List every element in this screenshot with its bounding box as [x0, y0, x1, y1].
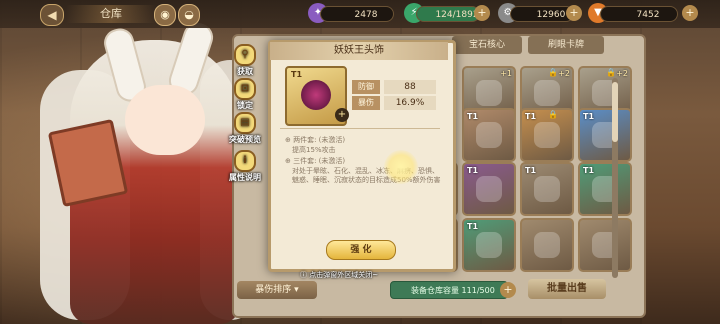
headwear-icon — [534, 232, 560, 258]
side-item-attribute-info[interactable]: i 属性说明 — [223, 150, 267, 183]
stat-value-crit-damage: 16.9% — [384, 96, 436, 110]
hat-icon — [476, 232, 502, 258]
slot-tier: T1 — [467, 222, 479, 231]
stamina-counter: 124/1892 — [416, 6, 480, 22]
stat-label-crit-damage: 暴伤 — [352, 96, 380, 110]
sort-label: 暴伤排序 — [255, 285, 292, 295]
inventory-slot[interactable] — [520, 218, 574, 272]
page-title: 仓库 — [66, 5, 156, 23]
inventory-slot[interactable]: T1 — [462, 162, 516, 216]
side-item-obtain[interactable]: ⚲ 获取 — [225, 44, 265, 77]
inventory-scroll-thumb[interactable] — [612, 82, 618, 142]
inventory-slot[interactable]: T1 — [520, 162, 574, 216]
set-heading: 三件套: (未激活) — [293, 157, 346, 165]
tap-glow — [384, 150, 418, 184]
inventory-slot[interactable]: T1 — [578, 108, 632, 162]
lock-icon: 🔒 — [548, 68, 558, 77]
set-heading: 两件套: (未激活) — [293, 136, 346, 144]
slot-plus-level: +1 — [500, 69, 512, 78]
side-item-lock[interactable]: ⊡ 锁定 — [225, 78, 265, 111]
close-hint-text: 点击弹窗外区域关闭~ — [309, 271, 379, 279]
add-stamina-button[interactable]: + — [474, 5, 490, 21]
headwear-icon — [534, 80, 560, 106]
inventory-slot[interactable] — [578, 218, 632, 272]
capacity-label: 装备仓库容量 — [411, 286, 459, 295]
set-bonus-three-heading: ⊕ 三件套: (未激活) — [285, 157, 346, 165]
coin-counter: 12960 — [510, 6, 574, 22]
lock-icon: ⊡ — [234, 78, 256, 100]
slot-tier: T1 — [525, 112, 537, 121]
set-bonus-three-desc: 对处于晕眩、石化、混乱、冰冻、麻痹、恐惧、魅惑、睡眠、沉寂状态的目标造成50%额… — [292, 167, 441, 184]
character-face — [125, 85, 205, 155]
close-hint: ⓘ 点击弹窗外区域关闭~ — [300, 271, 379, 279]
side-item-label: 锁定 — [237, 101, 253, 110]
set-bonus-two-heading: ⊕ 两件套: (未激活) — [285, 136, 346, 144]
info-icon: i — [234, 150, 256, 172]
lock-icon: 🔒 — [606, 68, 616, 77]
add-coin-button[interactable]: + — [566, 5, 582, 21]
food-icon[interactable]: ◒ — [178, 4, 200, 26]
slot-tier: T1 — [525, 166, 537, 175]
inventory-slot[interactable]: T1 — [578, 162, 632, 216]
headwear-icon — [476, 176, 502, 202]
side-item-label: 突破预览 — [229, 135, 261, 144]
tab-gem-core[interactable]: 宝石核心 — [452, 36, 522, 54]
item-tier: T1 — [291, 70, 303, 79]
helmet-icon — [476, 122, 502, 148]
feather-hat-icon — [534, 122, 560, 148]
flower-crown-icon — [301, 80, 331, 110]
inventory-slot[interactable]: T1 — [462, 218, 516, 272]
add-carrot-button[interactable]: + — [682, 5, 698, 21]
slot-plus-level: +2 — [558, 69, 570, 78]
stat-label-defense: 防御 — [352, 80, 380, 94]
lock-icon: 🔒 — [548, 110, 558, 119]
map-icon[interactable]: ◉ — [154, 4, 176, 26]
slot-plus-level: +2 — [616, 69, 628, 78]
carrot-counter: 7452 — [600, 6, 678, 22]
sort-button[interactable]: 暴伤排序 ▾ — [237, 281, 317, 299]
capacity-box[interactable]: 装备仓库容量 111/500 — [390, 281, 508, 299]
slot-tier: T1 — [583, 112, 595, 121]
upgrade-icon: ▤ — [234, 112, 256, 134]
slot-tier: T1 — [583, 166, 595, 175]
expand-capacity-button[interactable]: + — [500, 282, 516, 298]
stat-value-defense: 88 — [384, 80, 436, 94]
popup-title: 妖妖王头饰 — [270, 42, 448, 60]
magnifier-icon: ⚲ — [234, 44, 256, 66]
side-item-breakthrough-preview[interactable]: ▤ 突破预览 — [223, 112, 267, 145]
bulk-sell-button[interactable]: 批量出售 — [528, 279, 606, 299]
capacity-value: 111/500 — [461, 286, 495, 295]
divider — [280, 128, 440, 129]
feather-counter: 2478 — [320, 6, 394, 22]
tab-cards[interactable]: 刷眼卡牌 — [528, 36, 604, 54]
side-item-label: 获取 — [237, 67, 253, 76]
slot-tier: T1 — [467, 166, 479, 175]
inventory-slot[interactable]: T1 🔒 — [520, 108, 574, 162]
enhance-button[interactable]: 强 化 — [326, 240, 396, 260]
set-bonus-two-desc: 提高15%攻击 — [292, 146, 336, 154]
side-item-label: 属性说明 — [229, 173, 261, 182]
slot-tier: T1 — [467, 112, 479, 121]
inventory-slot[interactable]: T1 — [462, 108, 516, 162]
helmet-icon — [534, 176, 560, 202]
compare-plus-icon[interactable]: + — [335, 108, 349, 122]
back-arrow-icon[interactable]: ◀ — [40, 4, 64, 26]
headwear-icon — [476, 80, 502, 106]
